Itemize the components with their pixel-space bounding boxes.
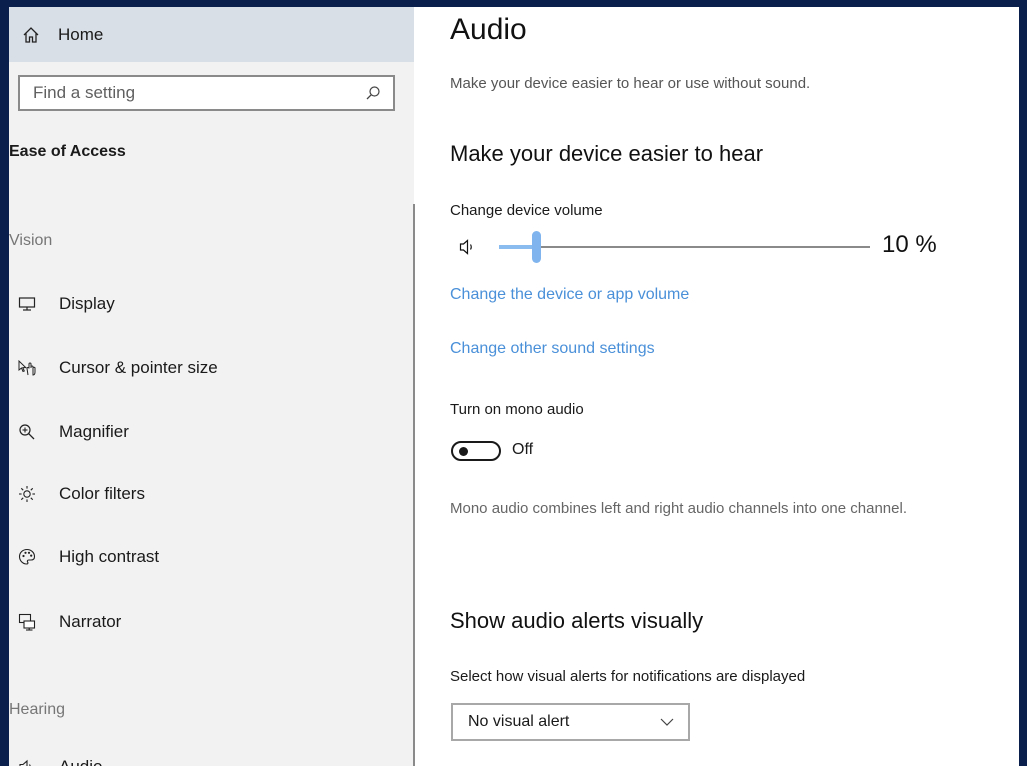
volume-slider-track <box>499 246 870 248</box>
visual-alerts-dropdown[interactable]: No visual alert <box>451 703 690 741</box>
narrator-icon <box>17 612 37 632</box>
sidebar-item-audio[interactable]: Audio <box>9 747 409 766</box>
sidebar-item-label: Display <box>59 294 115 313</box>
audio-icon <box>17 757 37 766</box>
volume-label: Change device volume <box>450 202 603 219</box>
change-device-app-volume-link[interactable]: Change the device or app volume <box>450 286 689 304</box>
toggle-knob <box>459 447 468 456</box>
volume-slider[interactable] <box>499 231 870 263</box>
mono-audio-state: Off <box>512 441 534 458</box>
search-icon[interactable] <box>365 85 381 101</box>
volume-value: 10 % <box>882 231 937 258</box>
section-heading-alerts: Show audio alerts visually <box>450 608 704 633</box>
mono-audio-toggle[interactable] <box>451 441 501 461</box>
sidebar: Home Ease of Access Vision Display Curso… <box>9 7 415 766</box>
main-content: Audio Make your device easier to hear or… <box>450 7 1019 766</box>
group-label-vision: Vision <box>9 232 53 249</box>
visual-alerts-label: Select how visual alerts for notificatio… <box>450 668 806 685</box>
sidebar-item-cursor-pointer-size[interactable]: Cursor & pointer size <box>9 348 409 388</box>
volume-slider-thumb[interactable] <box>532 231 541 263</box>
mono-audio-note: Mono audio combines left and right audio… <box>450 500 907 517</box>
cursor-icon <box>17 358 37 378</box>
home-icon <box>22 26 44 44</box>
chevron-down-icon <box>660 718 674 726</box>
section-heading-hear: Make your device easier to hear <box>450 141 764 166</box>
sidebar-item-label: Cursor & pointer size <box>59 358 218 377</box>
sidebar-item-narrator[interactable]: Narrator <box>9 602 409 642</box>
magnifier-icon <box>17 422 37 442</box>
sidebar-item-label: Audio <box>59 757 102 766</box>
section-title: Ease of Access <box>9 143 126 160</box>
page-title: Audio <box>450 13 527 46</box>
sidebar-item-color-filters[interactable]: Color filters <box>9 474 409 514</box>
volume-control: 10 % <box>450 229 970 265</box>
change-other-sound-settings-link[interactable]: Change other sound settings <box>450 340 655 358</box>
sidebar-item-label: Color filters <box>59 484 145 503</box>
color-filters-icon <box>17 484 37 504</box>
speaker-icon <box>459 238 477 261</box>
group-label-hearing: Hearing <box>9 701 66 718</box>
visual-alerts-selected: No visual alert <box>468 713 570 730</box>
home-nav-item[interactable]: Home <box>9 7 414 62</box>
search-box[interactable] <box>18 75 395 111</box>
page-description: Make your device easier to hear or use w… <box>450 75 811 92</box>
mono-audio-label: Turn on mono audio <box>450 401 584 418</box>
home-label: Home <box>58 24 104 44</box>
sidebar-item-magnifier[interactable]: Magnifier <box>9 412 409 452</box>
sidebar-scrollbar[interactable] <box>413 204 415 766</box>
sidebar-item-high-contrast[interactable]: High contrast <box>9 537 409 577</box>
settings-window: Home Ease of Access Vision Display Curso… <box>9 7 1019 766</box>
sidebar-item-display[interactable]: Display <box>9 284 409 324</box>
display-icon <box>17 294 37 314</box>
volume-slider-fill <box>499 245 536 249</box>
search-input[interactable] <box>33 83 333 103</box>
sidebar-item-label: Magnifier <box>59 422 129 441</box>
sidebar-item-label: Narrator <box>59 612 122 631</box>
sidebar-item-label: High contrast <box>59 547 160 566</box>
high-contrast-icon <box>17 547 37 567</box>
